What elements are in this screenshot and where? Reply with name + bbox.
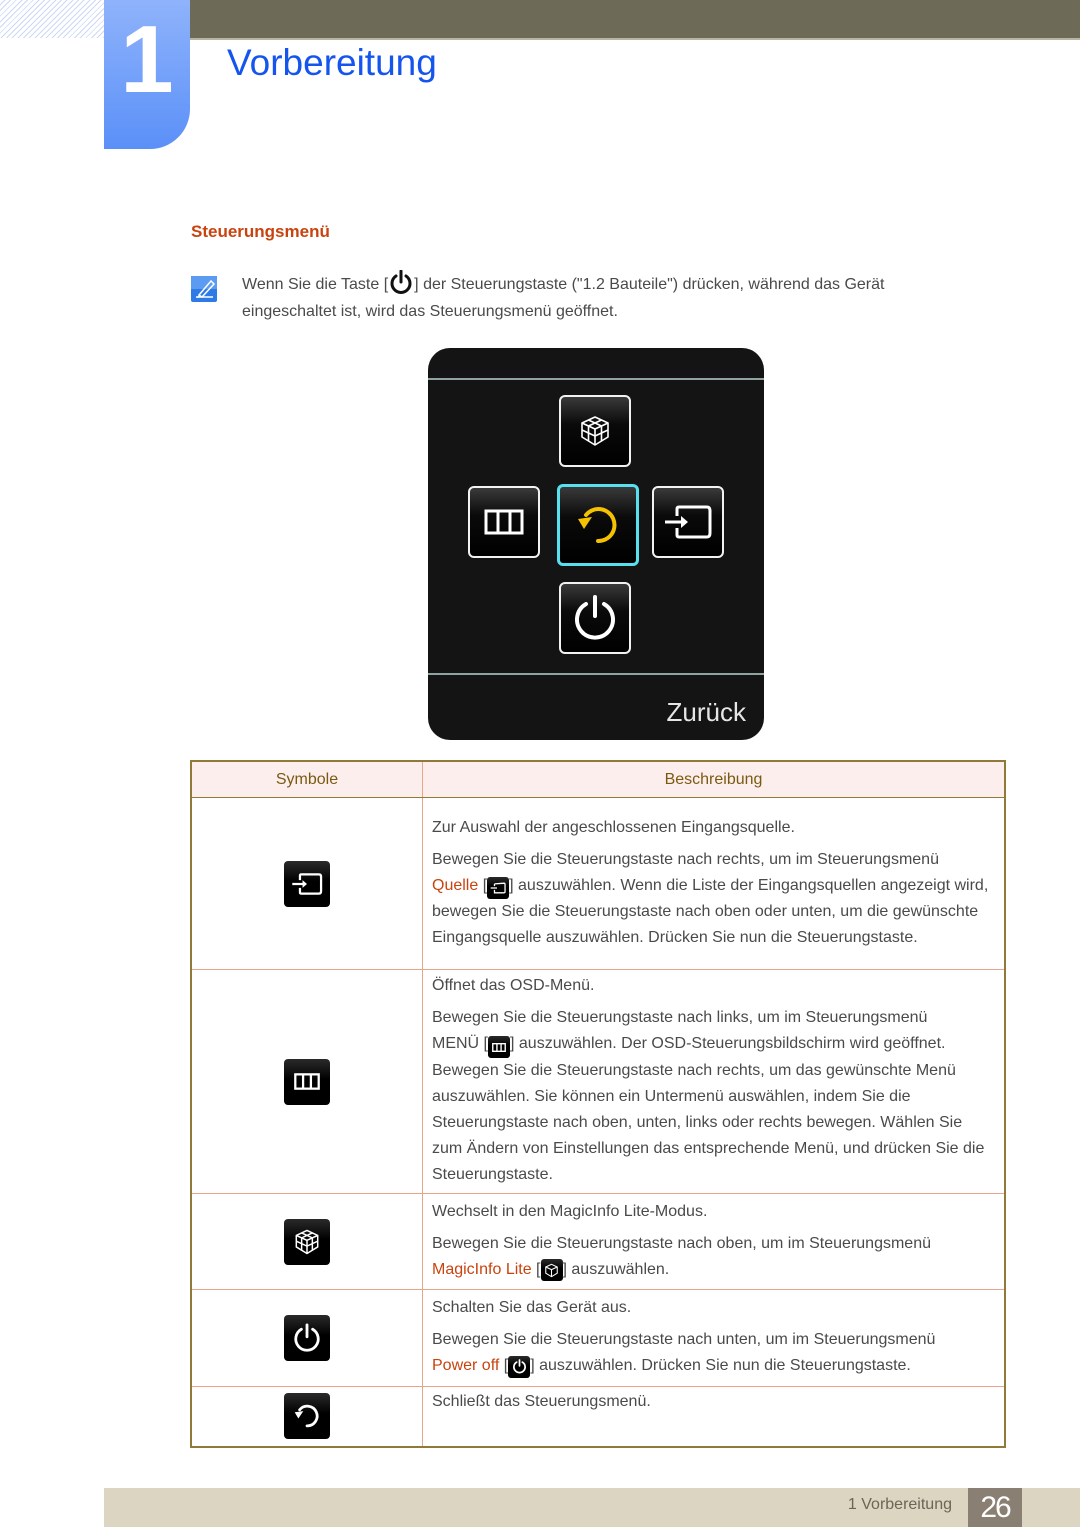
decorative-hatch bbox=[0, 0, 106, 38]
description-text: Bewegen Sie die Steuerungstaste nach lin… bbox=[432, 1008, 985, 1184]
column-header-symbols: Symbole bbox=[191, 761, 423, 798]
return-arrow-icon bbox=[284, 1393, 330, 1440]
cube-icon bbox=[581, 416, 609, 446]
highlight-label: Quelle bbox=[432, 876, 479, 894]
description-line: ] auszuwählen. bbox=[562, 1260, 670, 1278]
description-line: Bewegen Sie die Steuerungstaste nach lin… bbox=[432, 1008, 928, 1026]
osd-button-power-off[interactable] bbox=[559, 582, 631, 654]
table-row: Wechselt in den MagicInfo Lite-Modus. Be… bbox=[191, 1193, 1005, 1290]
page-footer: 1 Vorbereitung 26 bbox=[104, 1488, 1080, 1527]
table-row: Öffnet das OSD-Menü. Bewegen Sie die Ste… bbox=[191, 969, 1005, 1194]
return-arrow-icon bbox=[578, 507, 617, 544]
note-text: Wenn Sie die Taste [] der Steuerungstast… bbox=[242, 270, 942, 325]
description-text: Schließt das Steuerungsmenü. bbox=[432, 1393, 651, 1410]
osd-divider-bottom bbox=[428, 673, 764, 675]
source-input-icon bbox=[284, 860, 330, 907]
source-input-icon bbox=[487, 876, 510, 899]
osd-button-menu[interactable] bbox=[468, 486, 540, 558]
table-row: Schalten Sie das Gerät aus. Bewegen Sie … bbox=[191, 1289, 1005, 1387]
back-button[interactable]: Zurück bbox=[667, 697, 746, 728]
symbol-cell bbox=[191, 1193, 423, 1290]
description-line: Bewegen Sie die Steuerungstaste nach obe… bbox=[432, 1234, 931, 1252]
menu-bars-icon bbox=[484, 509, 524, 535]
highlight-label: MENÜ bbox=[432, 1034, 480, 1052]
chapter-title: Vorbereitung bbox=[227, 42, 437, 83]
description-cell: Zur Auswahl der angeschlossenen Eingangs… bbox=[422, 797, 1005, 970]
description-text: Zur Auswahl der angeschlossenen Eingangs… bbox=[432, 818, 795, 836]
power-icon bbox=[575, 595, 615, 640]
description-cell: Schalten Sie das Gerät aus. Bewegen Sie … bbox=[422, 1289, 1005, 1387]
description-line: Bewegen Sie die Steuerungstaste nach unt… bbox=[432, 1331, 936, 1348]
source-input-icon bbox=[665, 505, 712, 539]
symbol-cell bbox=[191, 969, 423, 1194]
symbols-table: Symbole Beschreibung Zur Auswahl der ang… bbox=[190, 760, 1006, 1448]
power-icon bbox=[284, 1315, 330, 1361]
control-menu-panel: Zurück bbox=[428, 348, 764, 740]
description-text: Bewegen Sie die Steuerungstaste nach unt… bbox=[432, 1327, 994, 1379]
cube-icon bbox=[540, 1259, 563, 1281]
highlight-label: Power off bbox=[432, 1357, 500, 1374]
description-line: ] auszuwählen. Wenn die Liste der Eingan… bbox=[432, 876, 989, 946]
cube-icon bbox=[284, 1218, 330, 1265]
power-icon bbox=[390, 270, 412, 294]
table-row: Schließt das Steuerungsmenü. bbox=[191, 1386, 1006, 1447]
symbol-cell bbox=[191, 1289, 423, 1387]
description-text: Öffnet das OSD-Menü. bbox=[432, 976, 595, 994]
chapter-tab: 1 bbox=[104, 0, 190, 149]
description-text: Bewegen Sie die Steuerungstaste nach obe… bbox=[432, 1231, 994, 1283]
footer-chapter-label: 1 Vorbereitung bbox=[847, 1496, 952, 1513]
header-band bbox=[190, 0, 1080, 40]
osd-button-source[interactable] bbox=[652, 486, 724, 558]
osd-divider-top bbox=[428, 378, 764, 380]
page-number: 26 bbox=[968, 1488, 1022, 1527]
description-line: Bewegen Sie die Steuerungstaste nach rec… bbox=[432, 850, 939, 868]
description-text: Schalten Sie das Gerät aus. bbox=[432, 1299, 632, 1316]
description-cell: Schließt das Steuerungsmenü. bbox=[423, 1387, 1006, 1447]
note-text-before: Wenn Sie die Taste [ bbox=[242, 276, 389, 293]
symbol-cell bbox=[191, 1386, 423, 1447]
description-cell: Wechselt in den MagicInfo Lite-Modus. Be… bbox=[422, 1193, 1005, 1290]
power-icon bbox=[508, 1355, 531, 1378]
description-cell: Öffnet das OSD-Menü. Bewegen Sie die Ste… bbox=[422, 969, 1005, 1194]
menu-bars-icon bbox=[284, 1058, 330, 1105]
section-title: Steuerungsmenü bbox=[191, 222, 330, 241]
table-row: Zur Auswahl der angeschlossenen Eingangs… bbox=[191, 797, 1005, 970]
description-text: Bewegen Sie die Steuerungstaste nach rec… bbox=[432, 850, 989, 946]
osd-button-magicinfo-lite[interactable] bbox=[559, 395, 631, 467]
description-line: ] auszuwählen. Drücken Sie nun die Steue… bbox=[530, 1357, 911, 1374]
note-pencil-icon bbox=[191, 276, 217, 302]
osd-button-return[interactable] bbox=[557, 484, 639, 566]
symbol-cell bbox=[191, 797, 423, 970]
highlight-label: MagicInfo Lite bbox=[432, 1260, 532, 1278]
chapter-number: 1 bbox=[120, 6, 174, 113]
table-header-row: Symbole Beschreibung bbox=[191, 761, 1005, 798]
description-text: Wechselt in den MagicInfo Lite-Modus. bbox=[432, 1202, 708, 1220]
column-header-description: Beschreibung bbox=[422, 761, 1005, 798]
menu-bars-icon bbox=[488, 1036, 510, 1059]
description-line: ] auszuwählen. Der OSD-Steuerungsbildsch… bbox=[432, 1034, 985, 1184]
